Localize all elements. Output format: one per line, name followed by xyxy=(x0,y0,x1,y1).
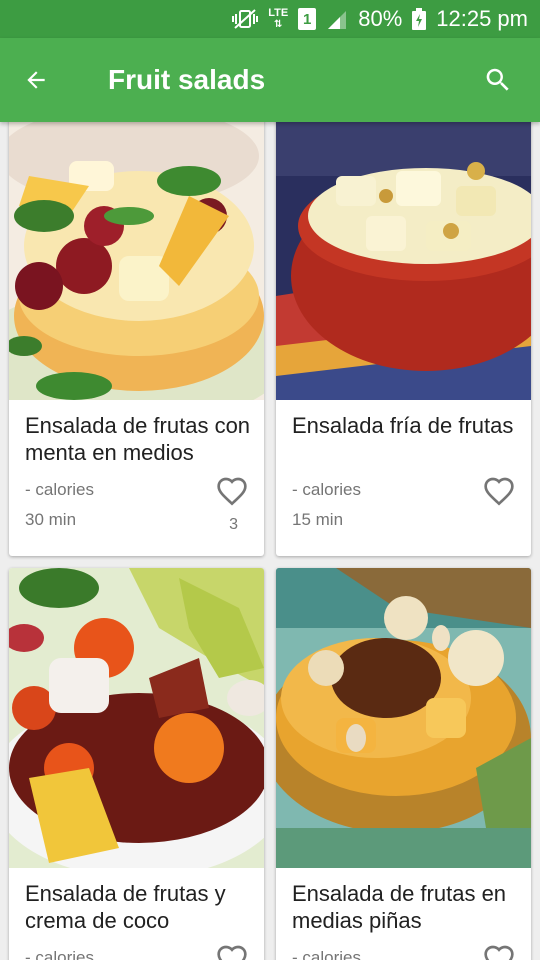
favorite-button[interactable] xyxy=(216,476,248,506)
recipe-calories: - calories xyxy=(292,480,361,499)
heart-icon xyxy=(217,945,247,960)
recipe-time: 15 min xyxy=(292,510,344,529)
status-bar: LTE ⇅ 1 80% 12:25 pm xyxy=(0,0,540,38)
recipe-calories: - calories xyxy=(25,948,94,960)
arrow-back-icon xyxy=(27,71,45,89)
heart-icon xyxy=(484,945,514,960)
recipe-photo xyxy=(9,568,264,868)
recipe-photo xyxy=(9,122,264,400)
recipe-time: 30 min xyxy=(25,510,77,529)
recipe-name: Ensalada de frutas con menta en medios xyxy=(25,413,251,465)
favorite-button[interactable] xyxy=(483,476,515,506)
search-button[interactable] xyxy=(480,62,516,98)
battery-percent: 80% xyxy=(358,6,403,31)
recipe-card[interactable]: Ensalada fría de frutas - calories 15 mi… xyxy=(276,122,531,556)
recipe-card[interactable]: Ensalada de frutas con menta en medios -… xyxy=(9,122,264,556)
likes-count: 3 xyxy=(229,516,238,533)
search-icon xyxy=(486,68,509,91)
recipe-card[interactable]: Ensalada de frutas en medias piñas - cal… xyxy=(276,568,531,960)
page-title: Fruit salads xyxy=(108,64,266,95)
recipe-name: Ensalada de frutas en medias piñas xyxy=(292,881,507,933)
sim-number: 1 xyxy=(303,10,312,28)
network-type-label: LTE xyxy=(268,7,289,19)
signal-icon xyxy=(326,9,348,29)
back-button[interactable] xyxy=(16,60,56,100)
heart-icon xyxy=(217,477,247,506)
recipe-calories: - calories xyxy=(25,480,94,499)
battery-charging-icon xyxy=(412,8,427,30)
sim-icon: 1 xyxy=(298,8,317,30)
recipe-card[interactable]: Ensalada de frutas y crema de coco - cal… xyxy=(9,568,264,960)
recipe-grid: Ensalada de frutas con menta en medios -… xyxy=(0,122,540,960)
recipe-photo xyxy=(276,122,531,400)
recipe-photo xyxy=(276,568,531,868)
recipe-name: Ensalada de frutas y crema de coco xyxy=(25,881,226,933)
heart-icon xyxy=(484,477,514,506)
recipe-calories: - calories xyxy=(292,948,361,960)
vibrate-mute-icon xyxy=(232,8,259,30)
lte-icon: LTE ⇅ xyxy=(268,7,289,31)
app-bar: Fruit salads xyxy=(0,38,540,122)
favorite-button[interactable] xyxy=(483,944,515,960)
recipe-name: Ensalada fría de frutas xyxy=(292,413,514,438)
clock: 12:25 pm xyxy=(436,6,528,31)
favorite-button[interactable] xyxy=(216,944,248,960)
